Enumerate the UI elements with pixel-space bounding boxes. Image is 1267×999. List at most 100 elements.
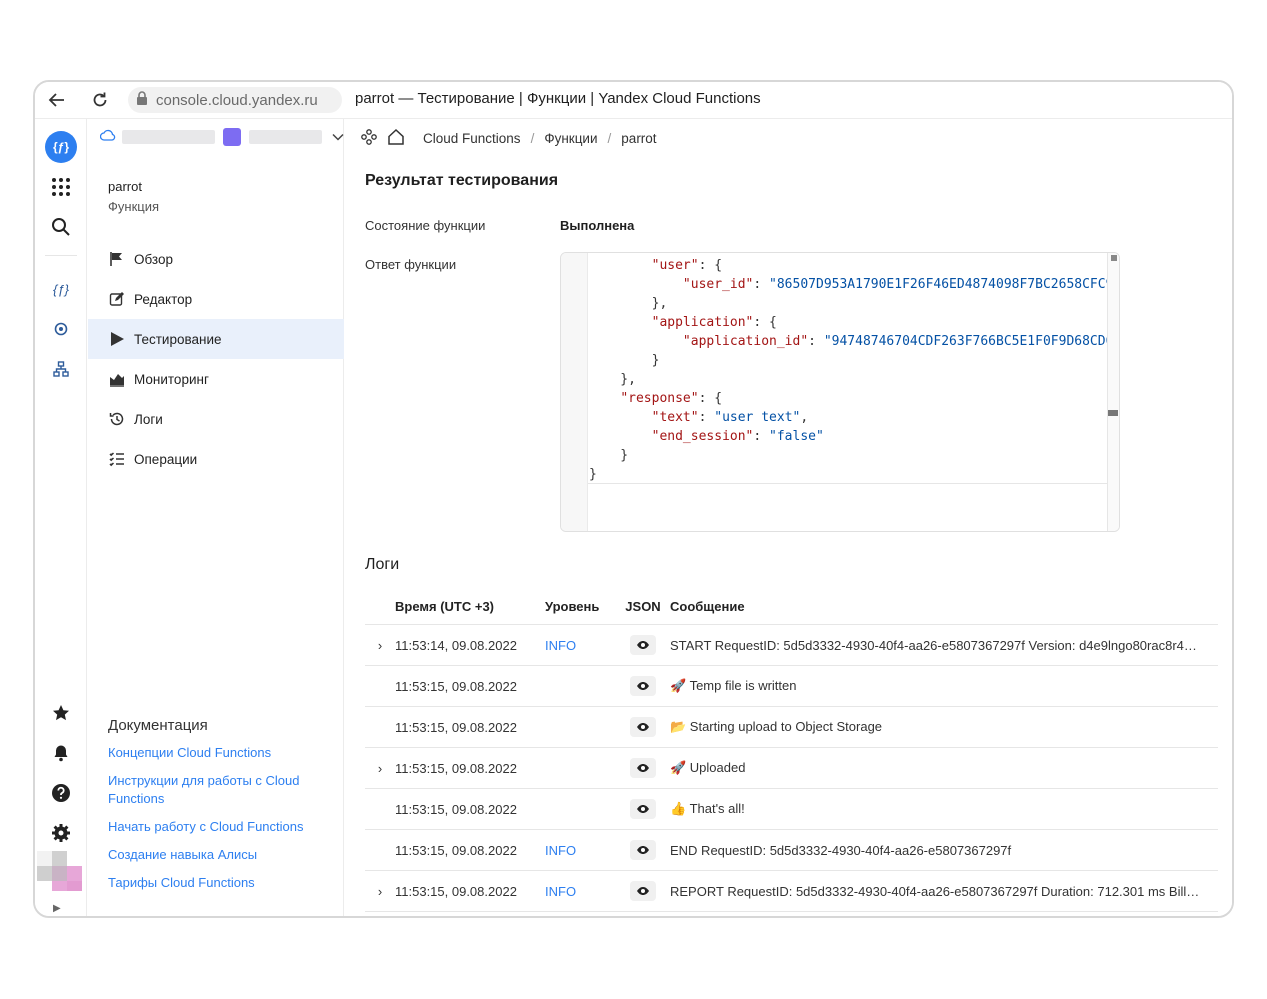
state-value: Выполнена [560, 218, 635, 233]
column-header-message: Сообщение [670, 599, 745, 614]
expand-rail-icon[interactable]: ▶ [53, 903, 61, 914]
state-label: Состояние функции [365, 218, 486, 233]
table-row[interactable]: 11:53:15, 09.08.2022 INFO END RequestID:… [365, 830, 1218, 871]
log-message: 🚀 Uploaded [670, 760, 746, 775]
eye-icon[interactable] [630, 758, 656, 778]
log-time: 11:53:15, 09.08.2022 [395, 883, 517, 899]
column-header-json: JSON [625, 599, 661, 614]
breadcrumb-separator: / [530, 130, 535, 146]
documentation-block: Документация Концепции Cloud Functions И… [108, 717, 338, 902]
page-title: parrot — Тестирование | Функции | Yandex… [355, 90, 761, 107]
flag-icon [108, 250, 126, 268]
doc-link[interactable]: Создание навыка Алисы [108, 846, 338, 864]
eye-icon[interactable] [630, 799, 656, 819]
address-bar[interactable]: console.cloud.yandex.ru [128, 87, 342, 113]
chart-icon [108, 370, 126, 388]
eye-icon[interactable] [630, 881, 656, 901]
log-message: 📂 Starting upload to Object Storage [670, 719, 883, 734]
sidebar-item-logs[interactable]: Логи [88, 399, 344, 439]
sidebar-item-label: Редактор [134, 291, 193, 307]
log-level: INFO [545, 883, 577, 899]
cloud-name-redacted [122, 130, 216, 144]
eye-icon[interactable] [630, 635, 656, 655]
log-time: 11:53:15, 09.08.2022 [395, 678, 517, 694]
code-scrollbar[interactable] [1107, 253, 1119, 531]
table-row[interactable]: 11:53:15, 09.08.2022 👍 That's all! [365, 789, 1218, 830]
table-row[interactable]: 11:53:15, 09.08.2022 📂 Starting upload t… [365, 707, 1218, 748]
log-time: 11:53:15, 09.08.2022 [395, 842, 517, 858]
cloud-icon [99, 128, 116, 146]
chevron-down-icon[interactable] [332, 128, 344, 146]
sidebar-item-editor[interactable]: Редактор [88, 279, 344, 319]
sidebar-item-monitoring[interactable]: Мониторинг [88, 359, 344, 399]
sidebar-item-label: Тестирование [134, 331, 222, 347]
folder-icon [223, 128, 242, 146]
home-icon[interactable] [387, 128, 405, 149]
log-time: 11:53:15, 09.08.2022 [395, 801, 517, 817]
back-arrow-icon[interactable] [45, 88, 69, 112]
log-message: 🚀 Temp file is written [670, 678, 797, 693]
column-header-level[interactable]: Уровень [545, 599, 616, 614]
search-icon[interactable] [45, 211, 77, 243]
breadcrumb-cloud-functions[interactable]: Cloud Functions [423, 131, 521, 146]
folder-selector[interactable] [88, 119, 344, 155]
table-row[interactable]: › 11:53:15, 09.08.2022 INFO REPORT Reque… [365, 871, 1218, 912]
table-row[interactable]: 11:53:15, 09.08.2022 🚀 Temp file is writ… [365, 666, 1218, 707]
log-level: INFO [545, 637, 577, 653]
settings-icon[interactable] [45, 817, 77, 849]
reload-icon[interactable] [88, 88, 112, 112]
functions-icon[interactable]: {ƒ} [45, 273, 77, 305]
log-message: 👍 That's all! [670, 801, 745, 816]
apps-grid-icon[interactable] [45, 171, 77, 203]
breadcrumb: Cloud Functions / Функции / parrot [361, 119, 657, 157]
sidebar-item-testing[interactable]: Тестирование [88, 319, 344, 359]
chevron-right-icon[interactable]: › [365, 884, 395, 899]
log-time: 11:53:14, 09.08.2022 [395, 637, 517, 653]
response-label: Ответ функции [365, 257, 457, 272]
table-row[interactable]: › 11:53:14, 09.08.2022 INFO START Reques… [365, 625, 1218, 666]
logs-table: Время (UTC +3) Уровень JSON Сообщение › … [365, 589, 1218, 912]
log-level: INFO [545, 842, 577, 858]
doc-link[interactable]: Инструкции для работы с Cloud Functions [108, 772, 338, 808]
code-cursor-line [588, 483, 1107, 484]
function-type: Функция [108, 199, 159, 214]
folder-name-redacted [249, 130, 322, 144]
doc-link[interactable]: Концепции Cloud Functions [108, 744, 338, 762]
browser-window: console.cloud.yandex.ru parrot — Тестиро… [33, 80, 1234, 918]
chevron-right-icon[interactable]: › [365, 638, 395, 653]
help-icon[interactable] [45, 777, 77, 809]
breadcrumb-functions[interactable]: Функции [544, 131, 597, 146]
result-title: Результат тестирования [365, 172, 559, 189]
column-header-time[interactable]: Время (UTC +3) [395, 599, 545, 614]
eye-icon[interactable] [630, 676, 656, 696]
doc-link[interactable]: Тарифы Cloud Functions [108, 874, 338, 892]
settings-gear-outline-icon[interactable] [45, 313, 77, 345]
eye-icon[interactable] [630, 717, 656, 737]
url-text: console.cloud.yandex.ru [156, 91, 318, 109]
doc-link[interactable]: Начать работу с Cloud Functions [108, 818, 338, 836]
rail-divider [45, 255, 77, 256]
services-icon[interactable] [361, 128, 377, 148]
sidebar-item-operations[interactable]: Операции [88, 439, 344, 479]
table-row[interactable]: › 11:53:15, 09.08.2022 🚀 Uploaded [365, 748, 1218, 789]
breadcrumb-separator: / [607, 130, 612, 146]
eye-icon[interactable] [630, 840, 656, 860]
avatar[interactable] [37, 851, 83, 897]
sidebar-item-overview[interactable]: Обзор [88, 239, 344, 279]
chevron-right-icon[interactable]: › [365, 761, 395, 776]
main-content: Cloud Functions / Функции / parrot Резул… [345, 119, 1232, 916]
sidebar: parrot Функция Обзор Редактор Тестирован… [88, 119, 344, 916]
sidebar-item-label: Операции [134, 451, 198, 467]
sidebar-item-label: Мониторинг [134, 371, 209, 387]
response-code-editor[interactable]: "user": { "user_id": "86507D953A1790E1F2… [560, 252, 1120, 532]
log-time: 11:53:15, 09.08.2022 [395, 719, 517, 735]
log-message: REPORT RequestID: 5d5d3332-4930-40f4-aa2… [670, 883, 1205, 899]
bell-icon[interactable] [45, 737, 77, 769]
breadcrumb-current: parrot [621, 130, 657, 146]
sidebar-item-label: Логи [134, 411, 163, 427]
network-icon[interactable] [45, 353, 77, 385]
star-icon[interactable] [45, 697, 77, 729]
list-icon [108, 450, 126, 468]
logs-header: Время (UTC +3) Уровень JSON Сообщение [365, 589, 1218, 625]
functions-logo-icon[interactable]: {ƒ} [45, 131, 77, 163]
